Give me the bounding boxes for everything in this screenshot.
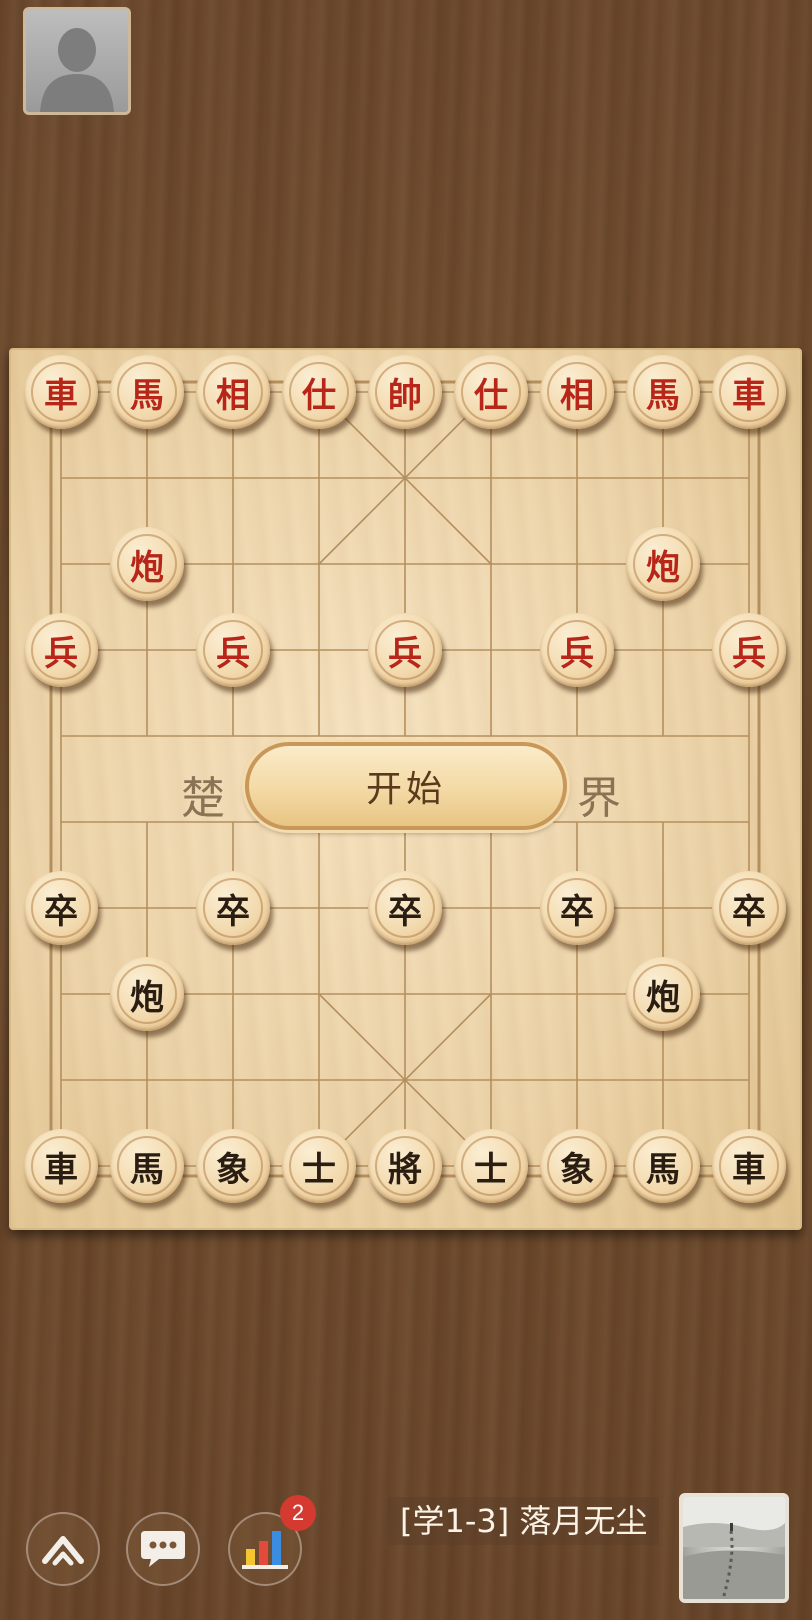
red-piece-label: 兵 <box>388 633 422 674</box>
black-piece-label: 卒 <box>732 891 766 932</box>
black-piece-label: 馬 <box>646 1149 680 1190</box>
river-text-jie: 界 <box>577 773 623 824</box>
black-piece[interactable]: 士 <box>282 1129 356 1203</box>
black-piece-label: 車 <box>732 1149 766 1190</box>
red-piece[interactable]: 車 <box>24 355 98 429</box>
red-piece-label: 馬 <box>646 375 680 416</box>
red-piece-label: 炮 <box>130 547 164 588</box>
black-piece[interactable]: 車 <box>24 1129 98 1203</box>
red-piece-label: 炮 <box>646 547 680 588</box>
landscape-avatar-icon <box>683 1497 785 1599</box>
black-piece[interactable]: 士 <box>454 1129 528 1203</box>
black-piece[interactable]: 象 <box>540 1129 614 1203</box>
player-name: [学1-3] 落月无尘 <box>388 1497 660 1545</box>
menu-button[interactable] <box>26 1512 100 1586</box>
red-piece[interactable]: 仕 <box>454 355 528 429</box>
black-piece-label: 車 <box>44 1149 78 1190</box>
black-piece[interactable]: 炮 <box>110 957 184 1031</box>
black-piece-label: 士 <box>302 1149 336 1190</box>
red-piece-label: 車 <box>732 375 766 416</box>
black-piece[interactable]: 象 <box>196 1129 270 1203</box>
black-piece-label: 卒 <box>216 891 250 932</box>
red-piece-label: 馬 <box>130 375 164 416</box>
player-avatar[interactable] <box>679 1493 789 1603</box>
black-piece[interactable]: 車 <box>712 1129 786 1203</box>
expand-up-icon <box>42 1536 84 1566</box>
red-piece[interactable]: 炮 <box>110 527 184 601</box>
black-piece[interactable]: 卒 <box>540 871 614 945</box>
red-piece[interactable]: 帥 <box>368 355 442 429</box>
black-piece-label: 卒 <box>560 891 594 932</box>
red-piece[interactable]: 相 <box>196 355 270 429</box>
chat-button[interactable] <box>126 1512 200 1586</box>
stats-badge: 2 <box>280 1495 316 1531</box>
black-piece-label: 象 <box>560 1149 594 1190</box>
red-piece[interactable]: 兵 <box>540 613 614 687</box>
red-piece-label: 仕 <box>474 375 508 416</box>
red-piece-label: 兵 <box>44 633 78 674</box>
red-piece[interactable]: 炮 <box>626 527 700 601</box>
red-piece-label: 車 <box>44 375 78 416</box>
red-piece[interactable]: 仕 <box>282 355 356 429</box>
black-piece-label: 將 <box>388 1149 422 1190</box>
default-user-icon <box>40 28 114 112</box>
red-piece[interactable]: 馬 <box>110 355 184 429</box>
black-piece-label: 卒 <box>44 891 78 932</box>
start-button[interactable]: 开始 <box>245 742 567 830</box>
red-piece[interactable]: 兵 <box>368 613 442 687</box>
black-piece[interactable]: 炮 <box>626 957 700 1031</box>
black-piece-label: 炮 <box>646 977 680 1018</box>
chat-bubble-icon <box>141 1531 185 1567</box>
red-piece-label: 兵 <box>560 633 594 674</box>
black-piece[interactable]: 馬 <box>110 1129 184 1203</box>
black-piece-label: 炮 <box>130 977 164 1018</box>
bar-chart-icon <box>242 1531 288 1569</box>
black-piece[interactable]: 卒 <box>368 871 442 945</box>
black-piece[interactable]: 將 <box>368 1129 442 1203</box>
black-piece-label: 卒 <box>388 891 422 932</box>
red-piece-label: 帥 <box>388 375 422 416</box>
red-piece[interactable]: 相 <box>540 355 614 429</box>
red-piece[interactable]: 兵 <box>24 613 98 687</box>
black-piece-label: 士 <box>474 1149 508 1190</box>
red-piece-label: 相 <box>560 375 594 416</box>
black-piece-label: 馬 <box>130 1149 164 1190</box>
black-piece[interactable]: 卒 <box>24 871 98 945</box>
red-piece[interactable]: 兵 <box>712 613 786 687</box>
black-piece-label: 象 <box>216 1149 250 1190</box>
red-piece-label: 兵 <box>732 633 766 674</box>
red-piece[interactable]: 車 <box>712 355 786 429</box>
red-piece-label: 兵 <box>216 633 250 674</box>
red-piece[interactable]: 兵 <box>196 613 270 687</box>
black-piece[interactable]: 卒 <box>196 871 270 945</box>
red-piece-label: 仕 <box>302 375 336 416</box>
river-text-chu: 楚 <box>181 773 227 824</box>
opponent-avatar[interactable] <box>23 7 131 115</box>
red-piece-label: 相 <box>216 375 250 416</box>
black-piece[interactable]: 卒 <box>712 871 786 945</box>
red-piece[interactable]: 馬 <box>626 355 700 429</box>
black-piece[interactable]: 馬 <box>626 1129 700 1203</box>
